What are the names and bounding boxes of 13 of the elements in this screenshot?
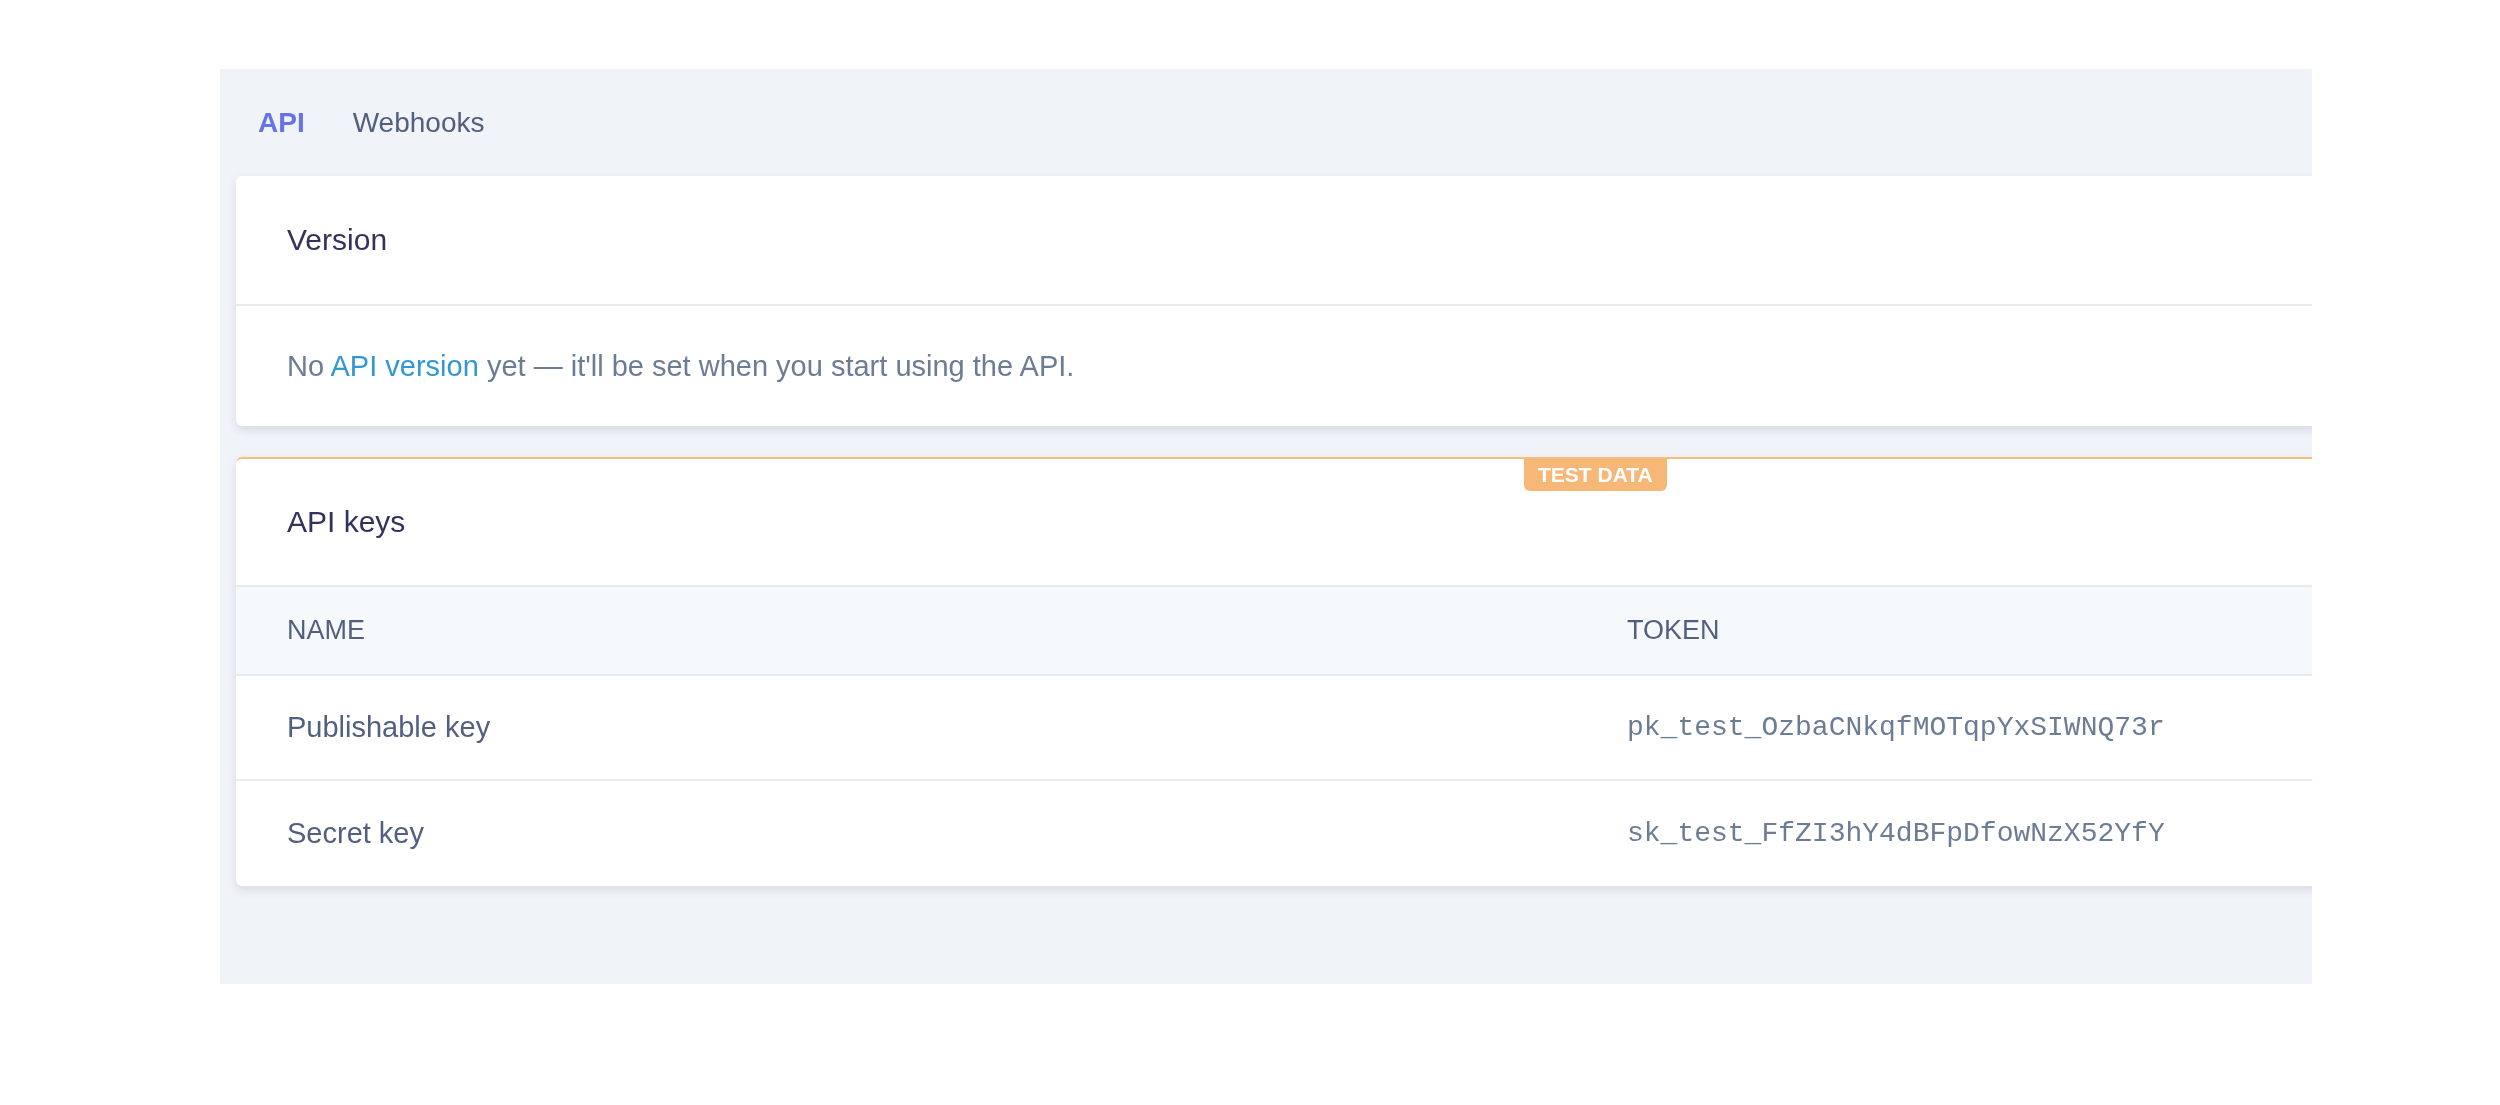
tab[interactable]: Webhooks — [348, 102, 489, 143]
version-message: No API version yet — it'll be set when you start using the API. — [287, 349, 1075, 383]
card-title: API keys — [287, 505, 406, 539]
key-token: pk_test_OzbaCNkqfMOTqpYxSIWNQ73r — [1627, 712, 2165, 743]
key-name: Secret key — [286, 817, 425, 850]
key-token: sk_test_FfZI3hY4dBFpDfowNzX52YfY — [1627, 818, 2165, 849]
card-title: Version — [287, 223, 388, 257]
column-header: NAME — [286, 615, 366, 646]
test-data-badge: TEST DATA — [1524, 459, 1667, 491]
key-name: Publishable key — [286, 711, 492, 744]
tab[interactable]: API — [254, 102, 309, 143]
api-version-link[interactable]: API version — [330, 349, 479, 382]
column-header: TOKEN — [1627, 615, 1720, 646]
